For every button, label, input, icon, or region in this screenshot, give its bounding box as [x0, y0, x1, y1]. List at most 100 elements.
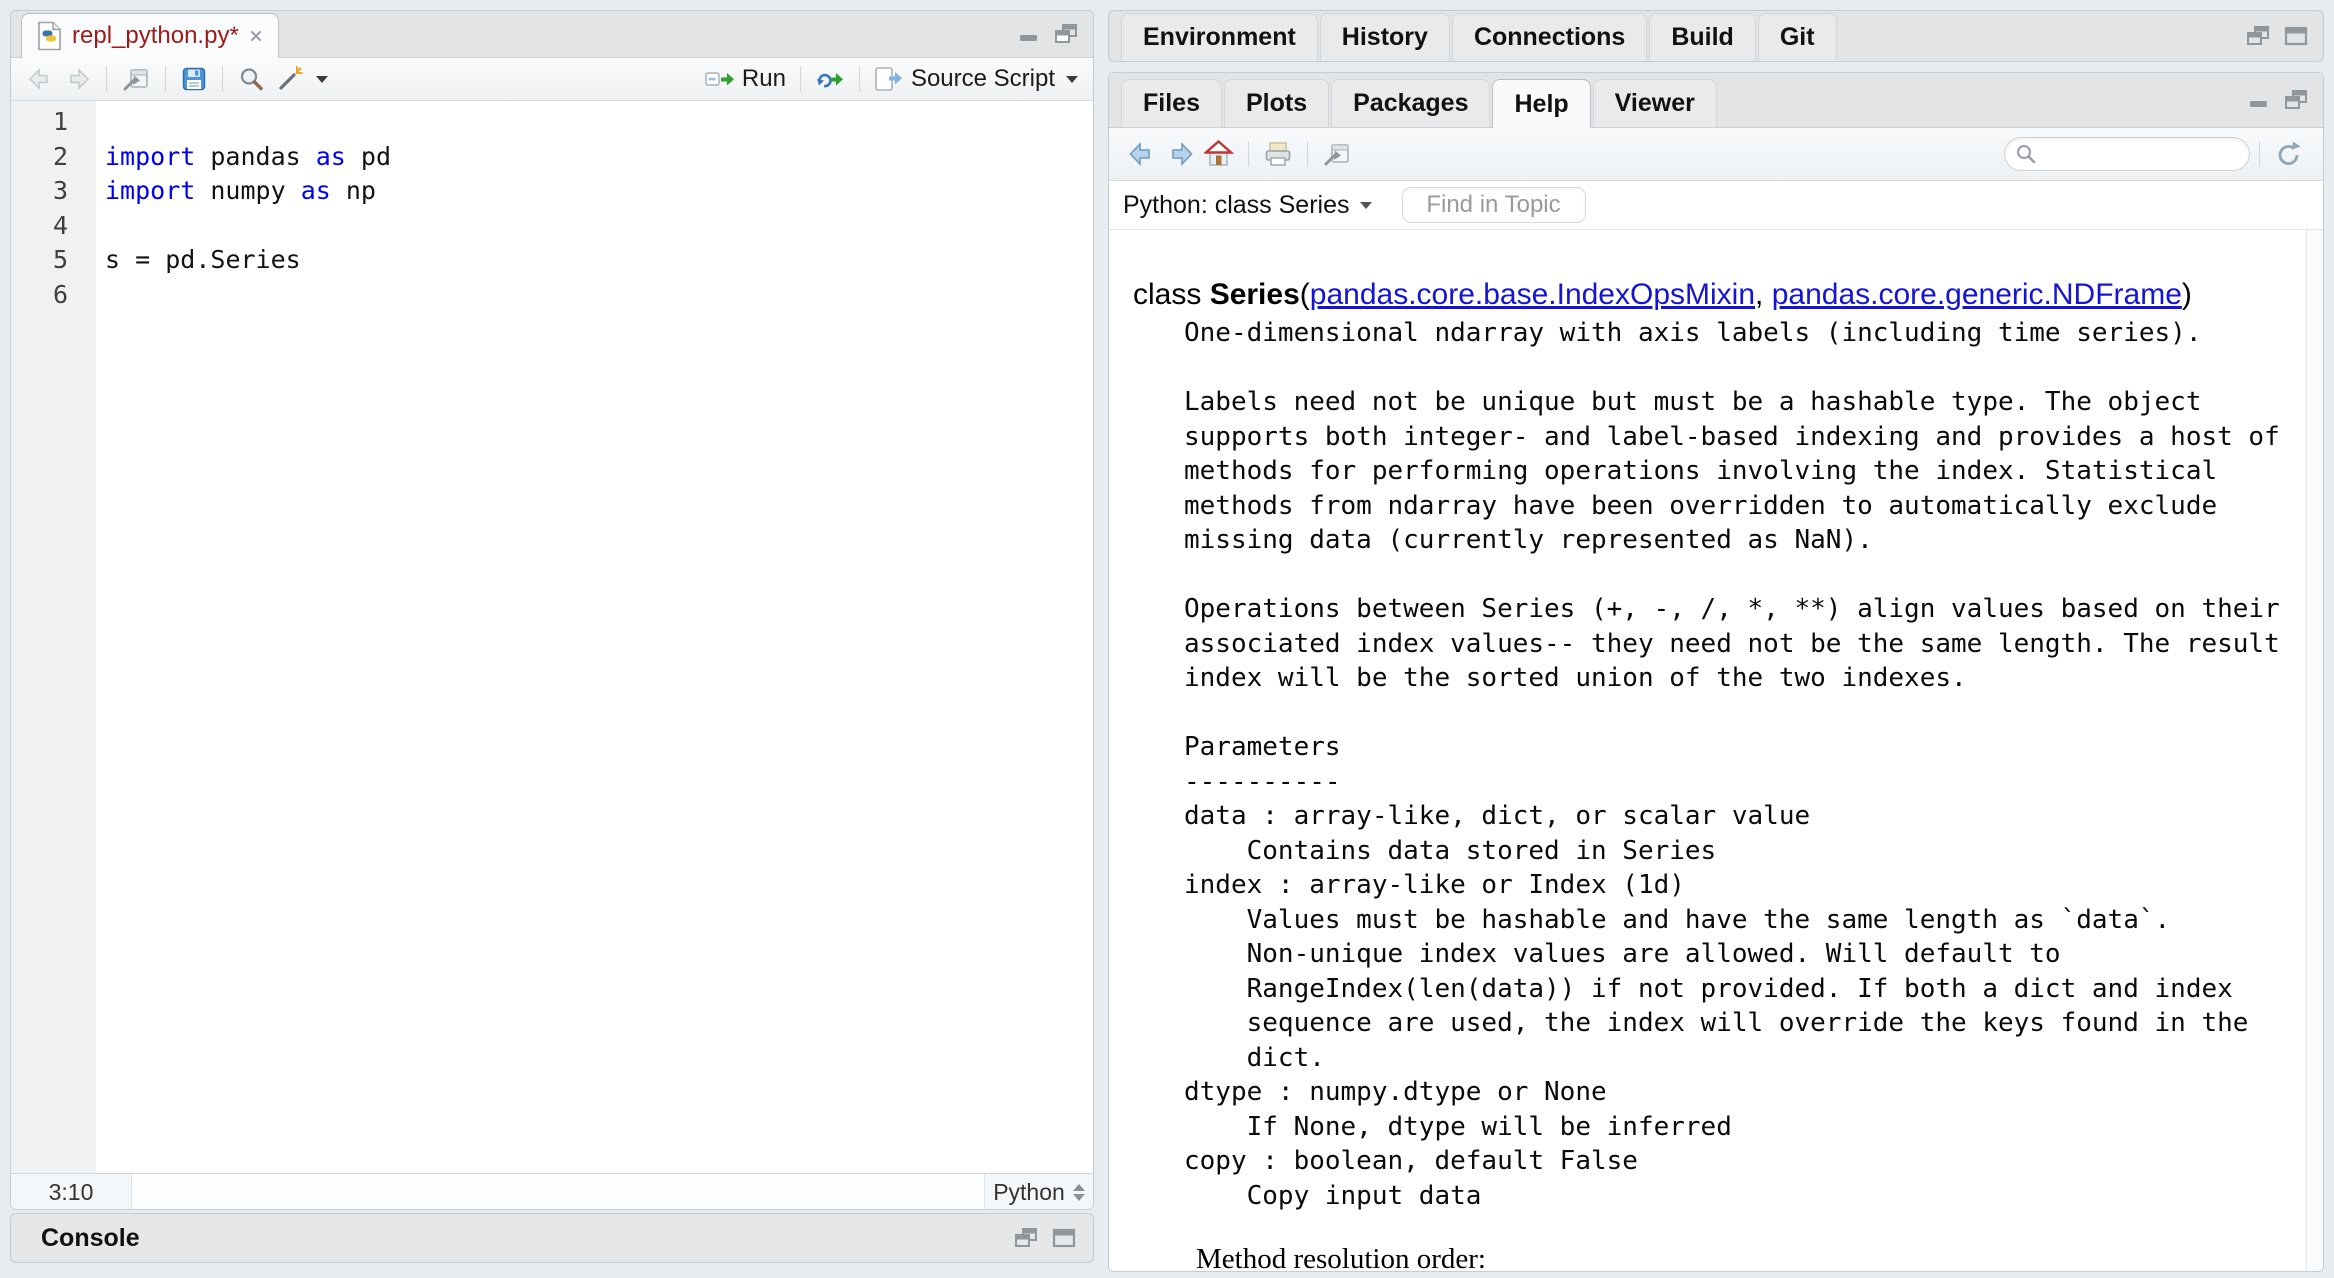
tab-viewer[interactable]: Viewer — [1593, 79, 1717, 127]
home-button[interactable] — [1199, 136, 1239, 172]
editor-tab-repl-python[interactable]: repl_python.py* — [21, 13, 279, 58]
tab-files[interactable]: Files — [1121, 79, 1222, 127]
code-line[interactable] — [105, 105, 1093, 140]
open-in-new-window-button[interactable] — [116, 62, 156, 96]
tab-git[interactable]: Git — [1758, 13, 1837, 61]
base-class-link-1[interactable]: pandas.core.base.IndexOpsMixin — [1310, 278, 1755, 311]
restore-icon[interactable] — [1053, 22, 1079, 46]
back-icon — [1128, 140, 1156, 168]
maximize-icon[interactable] — [1051, 1226, 1077, 1250]
toolbar-separator — [800, 66, 801, 92]
topic-selector[interactable]: Python: class Series — [1123, 191, 1350, 220]
section-navigator[interactable] — [132, 1174, 985, 1210]
up-down-arrows-icon — [1073, 1184, 1085, 1201]
run-button[interactable]: Run — [700, 62, 791, 96]
toolbar-separator — [2259, 141, 2260, 167]
help-forward-button[interactable] — [1161, 137, 1199, 171]
help-open-in-new-window-button[interactable] — [1317, 137, 1357, 171]
find-button[interactable] — [232, 62, 270, 96]
vertical-scrollbar[interactable] — [2306, 230, 2323, 1272]
tab-label: Connections — [1474, 23, 1625, 52]
run-label: Run — [742, 65, 786, 93]
tab-label: Git — [1780, 23, 1815, 52]
find-in-topic-input[interactable]: Find in Topic — [1402, 187, 1586, 223]
minimize-icon[interactable] — [1017, 22, 1041, 46]
code-line[interactable]: s = pd.Series — [105, 243, 1093, 278]
help-back-button[interactable] — [1123, 137, 1161, 171]
source-editor-pane: repl_python.py* — [10, 10, 1094, 1210]
tab-history[interactable]: History — [1320, 13, 1450, 61]
restore-icon[interactable] — [2283, 88, 2309, 112]
code-line[interactable] — [105, 209, 1093, 244]
chevron-down-icon[interactable] — [1360, 202, 1372, 209]
help-topic-bar: Python: class Series Find in Topic — [1109, 181, 2323, 230]
save-icon — [180, 65, 208, 93]
help-search-input[interactable] — [2004, 137, 2250, 171]
right-tabs: Files PlotsPackagesHelpViewer — [1121, 73, 1719, 127]
console-pane: Console — [10, 1213, 1094, 1263]
rerun-icon — [815, 67, 845, 92]
code-line[interactable]: import pandas as pd — [105, 140, 1093, 175]
environment-pane-tabstrip: Environment History Connections Build Git — [1108, 10, 2324, 62]
class-name: Series — [1210, 278, 1300, 311]
tab-help[interactable]: Help — [1492, 79, 1590, 128]
help-tab-strip: Files PlotsPackagesHelpViewer — [1109, 73, 2323, 128]
editor-code[interactable]: import pandas as pdimport numpy as np s =… — [96, 101, 1093, 1173]
line-number: 5 — [11, 243, 68, 278]
home-icon — [1204, 139, 1234, 169]
close-icon[interactable] — [248, 28, 264, 44]
forward-button[interactable] — [59, 62, 97, 96]
minimize-icon[interactable] — [2247, 88, 2271, 112]
line-number: 1 — [11, 105, 68, 140]
language-mode-selector[interactable]: Python — [985, 1174, 1093, 1210]
find-in-topic-placeholder: Find in Topic — [1426, 191, 1560, 219]
class-signature: class Series(pandas.core.base.IndexOpsMi… — [1133, 274, 2283, 316]
base-class-link-2[interactable]: pandas.core.generic.NDFrame — [1772, 278, 2182, 311]
forward-icon — [64, 65, 92, 93]
toolbar-separator — [859, 66, 860, 92]
source-script-button[interactable]: Source Script — [869, 62, 1083, 96]
class-keyword: class — [1133, 278, 1210, 311]
magic-wand-icon — [275, 65, 305, 93]
paren-open: ( — [1300, 278, 1310, 311]
source-script-label: Source Script — [911, 65, 1055, 93]
source-script-icon — [874, 66, 904, 93]
tab-label: Build — [1671, 23, 1734, 52]
tab-environment[interactable]: Environment — [1121, 13, 1318, 61]
help-toolbar — [1109, 128, 2323, 181]
refresh-button[interactable] — [2269, 136, 2309, 172]
print-button[interactable] — [1258, 137, 1298, 171]
restore-icon[interactable] — [2245, 24, 2271, 48]
run-icon — [705, 67, 735, 92]
maximize-icon[interactable] — [2283, 24, 2309, 48]
line-number: 2 — [11, 140, 68, 175]
editor-gutter: 123456 — [11, 101, 96, 1173]
docstring-body: One-dimensional ndarray with axis labels… — [1184, 316, 2283, 1213]
code-tools-button[interactable] — [270, 62, 333, 96]
save-button[interactable] — [175, 62, 213, 96]
tab-plots[interactable]: Plots — [1224, 79, 1329, 127]
forward-icon — [1166, 140, 1194, 168]
tab-build[interactable]: Build — [1649, 13, 1756, 61]
rerun-button[interactable] — [810, 64, 850, 95]
method-resolution-order-heading: Method resolution order: — [1196, 1243, 2283, 1272]
cursor-position[interactable]: 3:10 — [11, 1174, 132, 1210]
back-button[interactable] — [21, 62, 59, 96]
tab-label: History — [1342, 23, 1428, 52]
print-icon — [1263, 140, 1293, 168]
editor-toolbar: Run Source Script — [11, 58, 1093, 101]
chevron-down-icon — [316, 76, 328, 83]
code-line[interactable] — [105, 278, 1093, 313]
toolbar-separator — [165, 66, 166, 92]
restore-icon[interactable] — [1013, 1226, 1039, 1250]
tab-connections[interactable]: Connections — [1452, 13, 1647, 61]
search-icon — [2015, 143, 2037, 165]
help-pane: Files PlotsPackagesHelpViewer — [1108, 72, 2324, 1272]
code-line[interactable]: import numpy as np — [105, 174, 1093, 209]
tab-packages[interactable]: Packages — [1331, 79, 1490, 127]
tab-label: Files — [1143, 89, 1200, 118]
editor-tab-label: repl_python.py* — [72, 22, 239, 50]
editor-status-bar: 3:10 Python — [11, 1173, 1093, 1210]
search-icon — [237, 65, 265, 93]
editor-body: 123456 import pandas as pdimport numpy a… — [11, 101, 1093, 1173]
